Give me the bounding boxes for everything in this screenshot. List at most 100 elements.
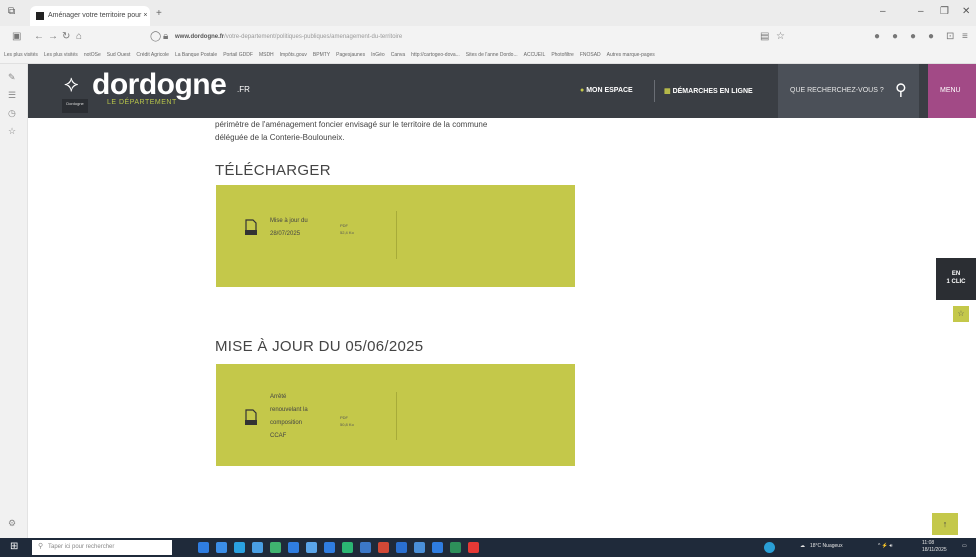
windows-start-icon[interactable]: ⊞ (10, 542, 20, 552)
minimize-window-icon[interactable]: – (918, 6, 924, 17)
logo-suffix: .FR (237, 85, 250, 94)
demarches-link[interactable]: ▦ DÉMARCHES EN LIGNE (664, 87, 753, 95)
page-content (28, 118, 976, 538)
bookmark-item[interactable]: Impôts.gouv (280, 52, 307, 58)
taskbar-app-icon[interactable] (396, 542, 407, 553)
intro-line: périmètre de l'aménagement foncier envis… (215, 120, 488, 129)
file-link[interactable]: Arrêté renouvelant la composition CCAF (270, 391, 330, 443)
file-name-line: renouvelant la (270, 407, 308, 413)
download-box: Mise à jour du 28/07/2025 PDF 52,4 Ko (216, 185, 575, 287)
clock[interactable]: 11:08 18/11/2025 (922, 540, 947, 554)
extensions-menu-icon[interactable]: ⊡ (946, 31, 954, 42)
taskbar-app-icon[interactable] (468, 542, 479, 553)
demarches-label: DÉMARCHES EN LIGNE (672, 88, 753, 95)
site-favicon-icon (36, 12, 44, 20)
taskbar-app-icon[interactable] (324, 542, 335, 553)
bookmark-item[interactable]: http://cartogeo-dova... (411, 52, 460, 58)
history-icon[interactable]: ◷ (8, 108, 16, 119)
bookmark-item[interactable]: Photofiltre (551, 52, 574, 58)
extension-icon[interactable]: ● (928, 31, 934, 42)
bookmark-item[interactable]: Canva (391, 52, 405, 58)
scroll-to-top-icon[interactable]: ↑ (932, 513, 958, 535)
reload-icon[interactable]: ↻ (62, 31, 70, 42)
taskbar-app-icon[interactable] (432, 542, 443, 553)
site-search-placeholder: QUE RECHERCHEZ-VOUS ? (790, 87, 884, 94)
file-meta: PDF 52,4 Ko (340, 222, 354, 236)
bookmark-item[interactable]: Les plus visités (4, 52, 38, 58)
bookmark-item[interactable]: Les plus visités (44, 52, 78, 58)
bookmark-item[interactable]: MSDH (259, 52, 274, 58)
bookmark-star-icon[interactable]: ☆ (776, 31, 785, 42)
reader-view-icon[interactable]: ▤ (760, 31, 769, 42)
bookmark-item[interactable]: Sud Ouest (107, 52, 131, 58)
taskbar-app-icon[interactable] (360, 542, 371, 553)
tab-bar: ⧉ Aménager votre territoire pour × + – –… (0, 0, 976, 26)
close-window-icon[interactable]: ✕ (962, 6, 970, 17)
mon-espace-link[interactable]: ● MON ESPACE (580, 87, 633, 94)
taskbar-app-icon[interactable] (450, 542, 461, 553)
notifications-icon[interactable]: ▭ (962, 543, 967, 549)
file-meta: PDF 50,8 Ko (340, 414, 354, 428)
taskbar-search-input[interactable]: Taper ici pour rechercher (32, 540, 172, 555)
menu-label: MENU (940, 87, 961, 94)
file-name-line: Mise à jour du (270, 218, 308, 224)
taskbar-app-icon[interactable] (378, 542, 389, 553)
favorite-star-icon[interactable]: ☆ (953, 306, 969, 322)
new-tab-button[interactable]: + (156, 8, 162, 19)
site-logo[interactable]: dordogne (92, 68, 227, 102)
url-field[interactable]: www.dordogne.fr/votre-departement/politi… (175, 30, 535, 46)
bookmark-item[interactable]: Crédit Agricole (136, 52, 169, 58)
user-icon: ● (580, 87, 585, 94)
bookmark-item[interactable]: Sites de l'anne Dordo... (466, 52, 518, 58)
taskbar-app-icon[interactable] (288, 542, 299, 553)
file-name-line: CCAF (270, 433, 287, 439)
bookmark-item[interactable]: Portail GDDF (223, 52, 253, 58)
taskbar-app-icon[interactable] (270, 542, 281, 553)
pdf-file-icon[interactable] (245, 409, 257, 425)
pdf-file-icon[interactable] (245, 219, 257, 235)
tab-list-icon[interactable]: ⧉ (8, 6, 15, 17)
system-tray-icons[interactable]: ^ ⚡ 🔊︎ (878, 543, 893, 549)
search-icon[interactable]: ⚲ (895, 80, 907, 100)
taskbar-app-icon[interactable] (342, 542, 353, 553)
taskbar-app-icon[interactable] (764, 542, 775, 553)
bookmark-item[interactable]: Pagesjaunes (336, 52, 365, 58)
dordogne-logo-icon[interactable]: ⟡ (64, 72, 94, 96)
tracking-shield-icon[interactable]: ◯ (150, 31, 161, 42)
back-icon[interactable]: ← (34, 31, 44, 42)
ai-chat-icon[interactable]: ✎ (8, 72, 16, 83)
minimize-icon[interactable]: – (880, 6, 886, 17)
taskbar-app-icon[interactable] (306, 542, 317, 553)
taskbar-app-icon[interactable] (198, 542, 209, 553)
en-1-clic-button[interactable]: EN 1 CLIC (936, 258, 976, 300)
bookmarks-sidebar-icon[interactable]: ☰ (8, 90, 16, 101)
home-icon[interactable]: ⌂ (76, 31, 82, 42)
extension-icon[interactable]: ● (874, 31, 880, 42)
bookmark-item[interactable]: Autres marque-pages (607, 52, 655, 58)
bookmark-item[interactable]: BPMTY (313, 52, 330, 58)
browser-tab[interactable]: Aménager votre territoire pour × (30, 6, 150, 26)
taskbar-app-icon[interactable] (414, 542, 425, 553)
clock-date: 18/11/2025 (922, 547, 947, 553)
lock-icon[interactable]: 🔒︎ (163, 31, 168, 42)
extension-icon[interactable]: ● (910, 31, 916, 42)
browser-chrome: ⧉ Aménager votre territoire pour × + – –… (0, 0, 976, 64)
bookmark-item[interactable]: FNOSAD (580, 52, 601, 58)
forward-icon[interactable]: → (48, 31, 58, 42)
bookmark-item[interactable]: La Banque Postale (175, 52, 217, 58)
browser-sidebar: ✎ ☰ ◷ ☆ ⚙ (0, 64, 28, 538)
settings-gear-icon[interactable]: ⚙ (8, 518, 16, 529)
restore-window-icon[interactable]: ❐ (940, 6, 949, 17)
taskbar-app-icon[interactable] (216, 542, 227, 553)
favorites-icon[interactable]: ☆ (8, 126, 16, 137)
taskbar-app-icon[interactable] (252, 542, 263, 553)
bookmark-item[interactable]: notOSe (84, 52, 101, 58)
browser-menu-icon[interactable]: ≡ (962, 31, 968, 42)
weather-text[interactable]: 18°C Nuageux (810, 543, 843, 549)
taskbar-app-icon[interactable] (234, 542, 245, 553)
extension-icon[interactable]: ● (892, 31, 898, 42)
sidebar-toggle-icon[interactable]: ▣ (12, 31, 21, 42)
bookmark-item[interactable]: InGéo (371, 52, 385, 58)
bookmark-item[interactable]: ACCUEIL (524, 52, 546, 58)
file-link[interactable]: Mise à jour du 28/07/2025 (270, 215, 330, 241)
